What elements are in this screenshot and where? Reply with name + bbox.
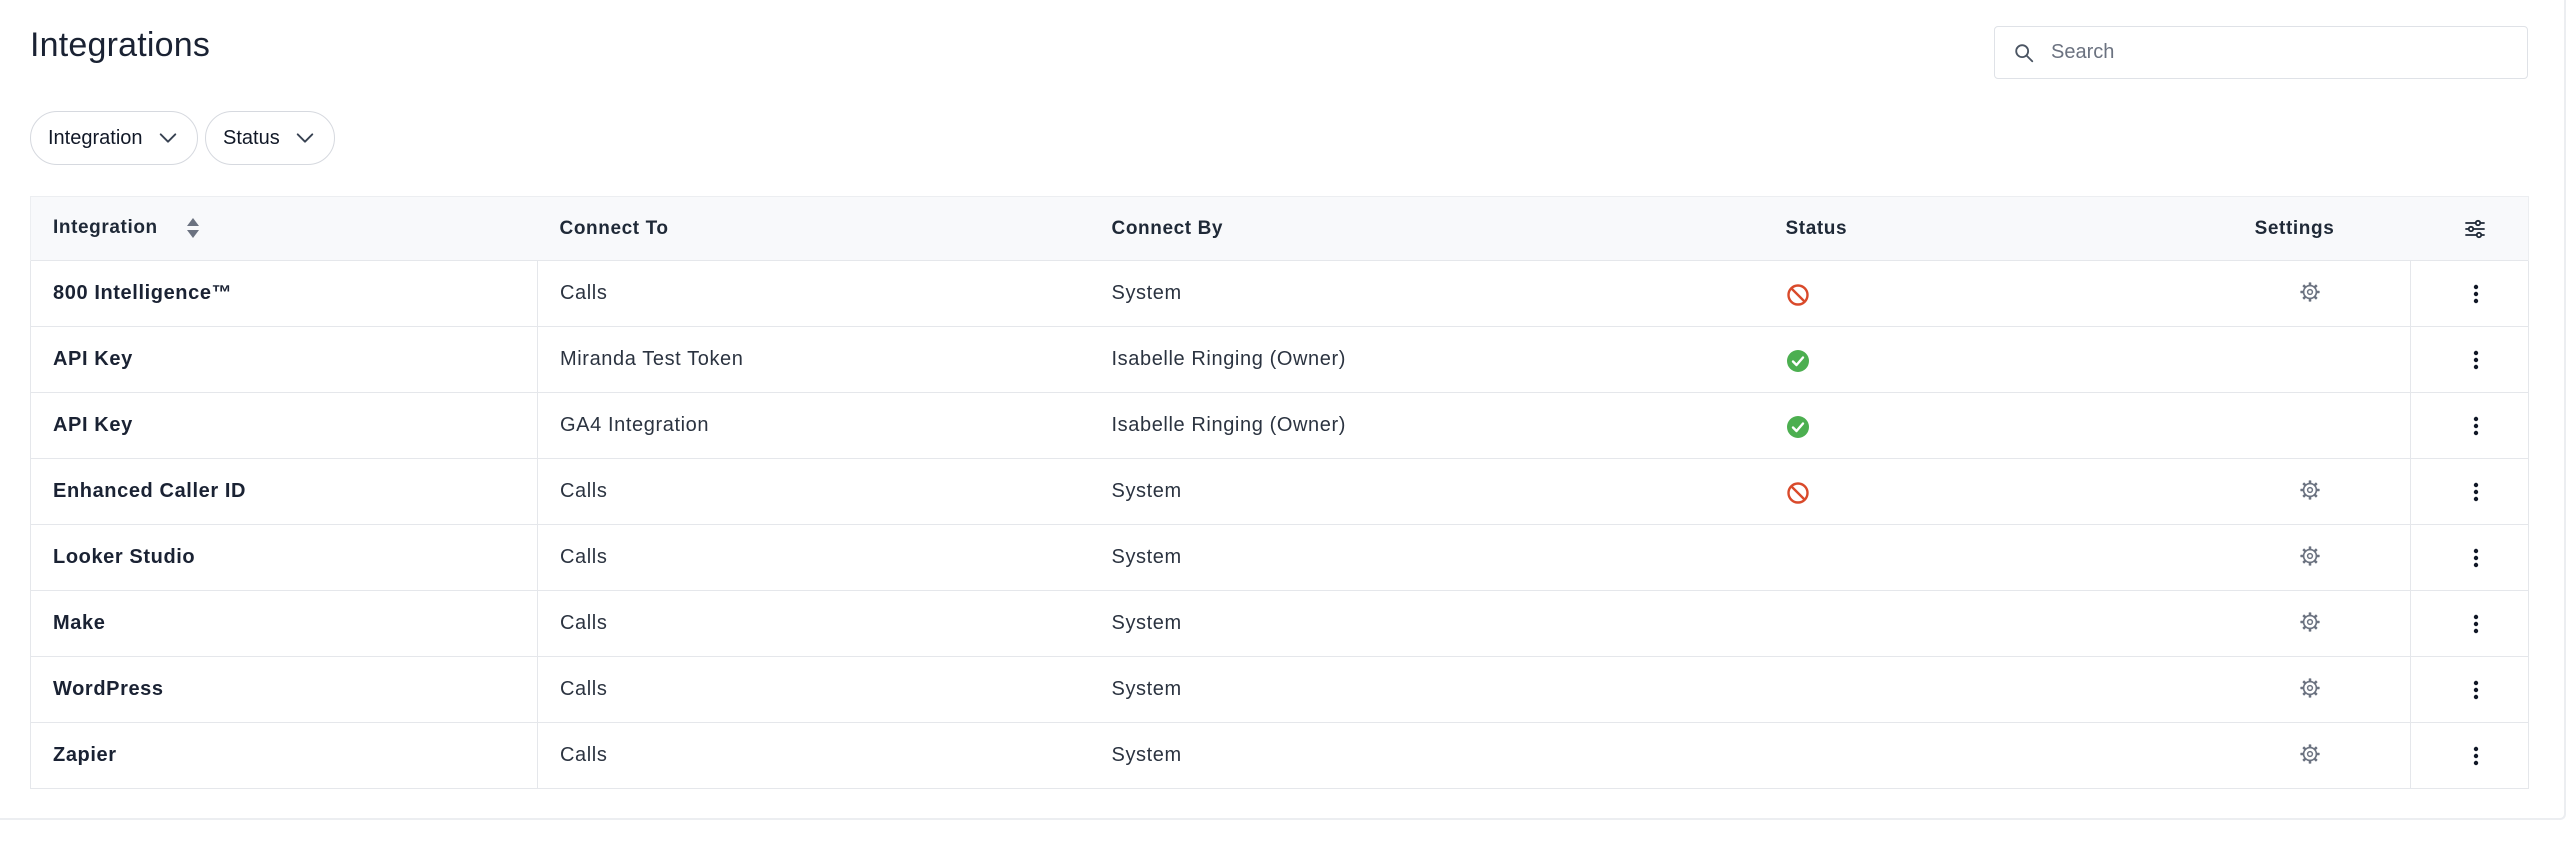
gear-icon[interactable] xyxy=(2299,281,2321,303)
column-header-status: Status xyxy=(1785,196,2179,261)
connect-to-cell: Calls xyxy=(537,458,1112,525)
connect-to-cell: Calls xyxy=(537,656,1112,723)
settings-cell xyxy=(2178,524,2411,591)
column-header-settings: Settings xyxy=(2178,196,2411,261)
check-circle-icon xyxy=(1786,415,1809,438)
row-actions-cell xyxy=(2410,458,2529,525)
more-vertical-icon[interactable] xyxy=(2473,349,2479,371)
row-actions-cell xyxy=(2410,326,2529,393)
settings-cell xyxy=(2178,590,2411,657)
settings-cell xyxy=(2178,458,2411,525)
connect-to-cell: GA4 Integration xyxy=(537,392,1112,459)
table-row[interactable]: 800 Intelligence™ Calls System xyxy=(30,260,2529,327)
sort-icon[interactable] xyxy=(186,217,200,239)
status-cell xyxy=(1785,260,2179,327)
more-vertical-icon[interactable] xyxy=(2473,415,2479,437)
integration-name-cell: 800 Intelligence™ xyxy=(30,260,538,327)
table-row[interactable]: Enhanced Caller ID Calls System xyxy=(30,458,2529,525)
more-vertical-icon[interactable] xyxy=(2473,613,2479,635)
status-cell xyxy=(1785,458,2179,525)
integration-name-cell: API Key xyxy=(30,392,538,459)
status-cell xyxy=(1785,722,2179,789)
gear-icon[interactable] xyxy=(2299,677,2321,699)
connect-by-cell: System xyxy=(1111,722,1786,789)
disabled-icon xyxy=(1786,481,1809,504)
column-header-connect-to: Connect To xyxy=(537,196,1112,261)
row-actions-cell xyxy=(2410,656,2529,723)
table-row[interactable]: Make Calls System xyxy=(30,590,2529,657)
table-row[interactable]: Zapier Calls System xyxy=(30,722,2529,789)
status-cell xyxy=(1785,590,2179,657)
connect-by-cell: System xyxy=(1111,656,1786,723)
status-filter-dropdown[interactable]: Status xyxy=(205,111,335,165)
gear-icon[interactable] xyxy=(2299,545,2321,567)
connect-to-cell: Calls xyxy=(537,260,1112,327)
integration-filter-label: Integration xyxy=(48,126,143,149)
more-vertical-icon[interactable] xyxy=(2473,547,2479,569)
integration-name-cell: Looker Studio xyxy=(30,524,538,591)
integration-name-cell: Make xyxy=(30,590,538,657)
connect-by-cell: System xyxy=(1111,458,1786,525)
column-header-integration-label: Integration xyxy=(53,217,158,239)
search-icon xyxy=(2015,43,2034,62)
gear-icon[interactable] xyxy=(2299,479,2321,501)
gear-icon[interactable] xyxy=(2299,611,2321,633)
integration-name-cell: Zapier xyxy=(30,722,538,789)
gear-icon[interactable] xyxy=(2299,743,2321,765)
row-actions-cell xyxy=(2410,260,2529,327)
connect-to-cell: Miranda Test Token xyxy=(537,326,1112,393)
integrations-table: Integration Connect To Connect By Status… xyxy=(30,196,2529,789)
chevron-down-icon xyxy=(159,133,176,143)
connect-to-cell: Calls xyxy=(537,590,1112,657)
integrations-panel: Integrations Integration Status Integrat… xyxy=(0,0,2566,820)
connect-by-cell: Isabelle Ringing (Owner) xyxy=(1111,392,1786,459)
column-header-integration[interactable]: Integration xyxy=(30,196,538,261)
search-input[interactable] xyxy=(2051,41,2511,64)
column-options-cell xyxy=(2410,196,2529,261)
connect-by-cell: System xyxy=(1111,260,1786,327)
more-vertical-icon[interactable] xyxy=(2473,481,2479,503)
integration-name-cell: API Key xyxy=(30,326,538,393)
connect-by-cell: System xyxy=(1111,524,1786,591)
settings-cell xyxy=(2178,392,2411,459)
status-cell xyxy=(1785,656,2179,723)
row-actions-cell xyxy=(2410,392,2529,459)
settings-cell xyxy=(2178,656,2411,723)
table-row[interactable]: WordPress Calls System xyxy=(30,656,2529,723)
row-actions-cell xyxy=(2410,524,2529,591)
table-row[interactable]: Looker Studio Calls System xyxy=(30,524,2529,591)
more-vertical-icon[interactable] xyxy=(2473,679,2479,701)
check-circle-icon xyxy=(1786,349,1809,372)
table-row[interactable]: API Key Miranda Test Token Isabelle Ringin… xyxy=(30,326,2529,393)
column-settings-icon[interactable] xyxy=(2463,217,2487,241)
settings-cell xyxy=(2178,260,2411,327)
table-row[interactable]: API Key GA4 Integration Isabelle Ringing (… xyxy=(30,392,2529,459)
row-actions-cell xyxy=(2410,722,2529,789)
page-title: Integrations xyxy=(30,26,211,64)
disabled-icon xyxy=(1786,283,1809,306)
status-filter-label: Status xyxy=(223,126,280,149)
status-cell xyxy=(1785,392,2179,459)
settings-cell xyxy=(2178,722,2411,789)
connect-to-cell: Calls xyxy=(537,524,1112,591)
integration-name-cell: Enhanced Caller ID xyxy=(30,458,538,525)
connect-to-cell: Calls xyxy=(537,722,1112,789)
status-cell xyxy=(1785,326,2179,393)
integration-filter-dropdown[interactable]: Integration xyxy=(30,111,198,165)
connect-by-cell: Isabelle Ringing (Owner) xyxy=(1111,326,1786,393)
settings-cell xyxy=(2178,326,2411,393)
table-body: 800 Intelligence™ Calls System API Key Miran… xyxy=(30,260,2529,789)
more-vertical-icon[interactable] xyxy=(2473,745,2479,767)
integrations-table-container: Integration Connect To Connect By Status… xyxy=(30,196,2529,790)
search-box[interactable] xyxy=(1994,26,2528,79)
chevron-down-icon xyxy=(296,133,313,143)
integration-name-cell: WordPress xyxy=(30,656,538,723)
table-header-row: Integration Connect To Connect By Status… xyxy=(30,196,2529,261)
row-actions-cell xyxy=(2410,590,2529,657)
status-cell xyxy=(1785,524,2179,591)
column-header-connect-by: Connect By xyxy=(1111,196,1786,261)
connect-by-cell: System xyxy=(1111,590,1786,657)
more-vertical-icon[interactable] xyxy=(2473,283,2479,305)
